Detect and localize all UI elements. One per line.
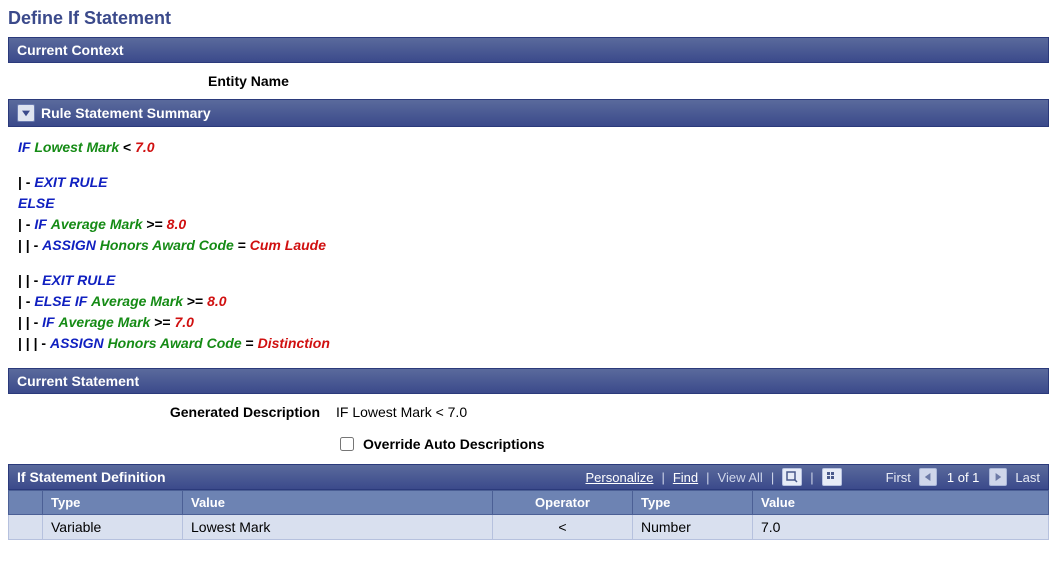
first-label[interactable]: First: [884, 470, 913, 485]
override-auto-descriptions-checkbox[interactable]: [340, 437, 354, 451]
col-value2[interactable]: Value: [753, 491, 1049, 515]
next-icon[interactable]: [989, 468, 1007, 486]
table-header-row: Type Value Operator Type Value: [9, 491, 1049, 515]
col-value1[interactable]: Value: [183, 491, 493, 515]
rule-line: IF Lowest Mark < 7.0: [18, 137, 1039, 158]
zoom-icon[interactable]: [782, 468, 802, 486]
col-type2[interactable]: Type: [633, 491, 753, 515]
row-count: 1 of 1: [943, 470, 984, 485]
generated-description-label: Generated Description: [8, 404, 336, 420]
cell-type2: Number: [633, 515, 753, 540]
rule-line: ELSE: [18, 193, 1039, 214]
table-header-pad: [9, 491, 43, 515]
cell-operator: <: [493, 515, 633, 540]
personalize-link[interactable]: Personalize: [586, 470, 654, 485]
table-row[interactable]: Variable Lowest Mark < Number 7.0: [9, 515, 1049, 540]
rule-line: | - ELSE IF Average Mark >= 8.0: [18, 291, 1039, 312]
rule-line: | - EXIT RULE: [18, 172, 1039, 193]
row-pad: [9, 515, 43, 540]
page-title: Define If Statement: [8, 8, 1049, 29]
last-label[interactable]: Last: [1013, 470, 1042, 485]
generated-description-row: Generated Description IF Lowest Mark < 7…: [8, 394, 1049, 434]
entity-name-label: Entity Name: [8, 63, 1049, 99]
section-current-context: Current Context: [8, 37, 1049, 63]
grid-toolbar: Personalize | Find | View All | | First …: [586, 468, 1042, 486]
rule-line: | | - IF Average Mark >= 7.0: [18, 312, 1039, 333]
col-type1[interactable]: Type: [43, 491, 183, 515]
grid-header-bar: If Statement Definition Personalize | Fi…: [8, 464, 1049, 490]
view-all-link[interactable]: View All: [718, 470, 763, 485]
col-operator[interactable]: Operator: [493, 491, 633, 515]
find-link[interactable]: Find: [673, 470, 698, 485]
rule-line: | | - EXIT RULE: [18, 270, 1039, 291]
download-icon[interactable]: [822, 468, 842, 486]
rule-line: | - IF Average Mark >= 8.0: [18, 214, 1039, 235]
rule-line: | | | - ASSIGN Honors Award Code = Disti…: [18, 333, 1039, 354]
rule-line: | | - ASSIGN Honors Award Code = Cum Lau…: [18, 235, 1039, 256]
section-current-statement: Current Statement: [8, 368, 1049, 394]
prev-icon[interactable]: [919, 468, 937, 486]
override-auto-descriptions-label: Override Auto Descriptions: [363, 436, 545, 452]
rule-summary-body: IF Lowest Mark < 7.0 | - EXIT RULE ELSE …: [8, 127, 1049, 368]
cell-value1: Lowest Mark: [183, 515, 493, 540]
section-rule-summary-label: Rule Statement Summary: [41, 105, 211, 121]
section-rule-summary: Rule Statement Summary: [8, 99, 1049, 127]
collapse-toggle-icon[interactable]: [17, 104, 35, 122]
generated-description-value: IF Lowest Mark < 7.0: [336, 404, 467, 420]
cell-type1: Variable: [43, 515, 183, 540]
grid-title: If Statement Definition: [17, 469, 166, 485]
cell-value2: 7.0: [753, 515, 1049, 540]
if-statement-definition-table: Type Value Operator Type Value Variable …: [8, 490, 1049, 540]
